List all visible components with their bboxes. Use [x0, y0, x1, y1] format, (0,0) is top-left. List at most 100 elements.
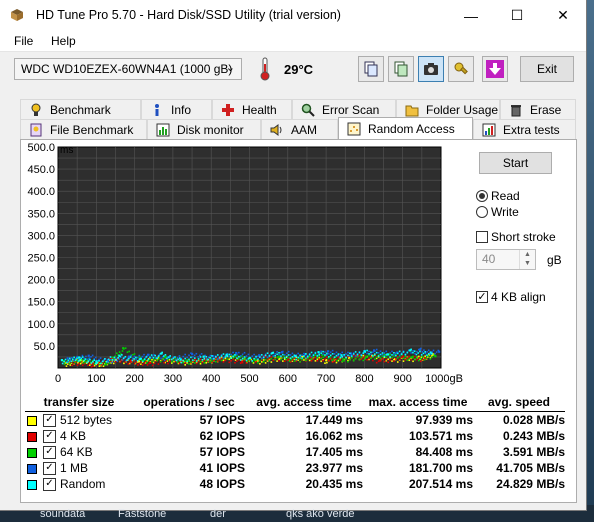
data-point: [232, 357, 234, 359]
data-point: [406, 351, 409, 354]
tab-erase[interactable]: Erase: [500, 99, 576, 119]
data-point: [118, 354, 121, 357]
avg-speed-value: 0.243 MB/s: [502, 429, 565, 443]
data-point: [92, 365, 95, 367]
tab-info[interactable]: Info: [141, 99, 212, 119]
align-label: 4 KB align: [491, 290, 546, 304]
avg-speed-value-cell: 0.243 MB/s: [473, 428, 565, 444]
maximize-button[interactable]: ☐: [494, 0, 540, 31]
data-point: [115, 359, 118, 361]
start-button[interactable]: Start: [479, 152, 552, 174]
data-point: [71, 356, 73, 359]
data-point: [333, 353, 336, 355]
read-radio[interactable]: [476, 190, 488, 202]
tab-aam[interactable]: AAM: [261, 119, 338, 139]
tab-random-access[interactable]: Random Access: [338, 117, 473, 139]
data-point: [342, 358, 345, 361]
copy-text-button[interactable]: [358, 56, 384, 82]
data-point: [138, 354, 141, 357]
data-point: [213, 359, 215, 361]
data-point: [375, 351, 378, 354]
data-point: [245, 355, 248, 357]
data-point: [420, 354, 423, 356]
menu-help[interactable]: Help: [51, 34, 76, 48]
data-point: [228, 355, 231, 358]
data-point: [278, 353, 280, 356]
close-button[interactable]: ✕: [540, 0, 586, 31]
data-point: [151, 364, 154, 367]
data-point: [349, 354, 351, 357]
data-point: [105, 360, 108, 363]
data-point: [278, 359, 280, 362]
data-point: [398, 358, 401, 361]
short-stroke-spinner[interactable]: 40 ▲ ▼: [476, 249, 536, 270]
ops-value: 57 IOPS: [199, 445, 245, 459]
minimize-button[interactable]: —: [448, 0, 494, 31]
data-point: [383, 360, 386, 363]
avg-speed-value: 0.028 MB/s: [502, 413, 565, 427]
data-point: [108, 362, 111, 365]
options-button[interactable]: [448, 56, 474, 82]
data-point: [283, 360, 286, 362]
data-point: [80, 357, 83, 360]
y-tick-label: 50.0: [34, 341, 55, 353]
tab-health[interactable]: Health: [212, 99, 292, 119]
data-point: [222, 361, 225, 363]
tab-error-scan[interactable]: Error Scan: [292, 99, 396, 119]
data-point: [218, 357, 221, 359]
header-ops: operations / sec: [133, 393, 245, 412]
short-stroke-checkbox[interactable]: [476, 231, 488, 243]
series-checkbox[interactable]: ✓: [43, 446, 56, 460]
x-tick-label: 200: [125, 373, 143, 385]
ops-value-cell: 48 IOPS: [133, 476, 245, 492]
data-point: [349, 358, 351, 361]
data-point: [393, 360, 395, 362]
data-point: [391, 360, 393, 362]
data-point: [145, 356, 148, 358]
drive-select[interactable]: WDC WD10EZEX-60WN4A1 (1000 gB) ⌄: [14, 58, 242, 80]
table-row: ✓ 64 KB 57 IOPS 17.405 ms 84.408 ms 3.591 MB/…: [25, 444, 565, 460]
data-point: [414, 352, 416, 355]
data-point: [163, 355, 165, 357]
tab-extra-tests[interactable]: Extra tests: [473, 119, 576, 139]
info-icon: [155, 103, 159, 116]
series-checkbox[interactable]: ✓: [43, 414, 56, 428]
avg-access-value-cell: 17.449 ms: [245, 412, 363, 429]
align-checkbox[interactable]: ✓: [476, 291, 488, 303]
tab-folder-usage[interactable]: Folder Usage: [396, 99, 500, 119]
data-point: [251, 360, 254, 362]
data-point: [271, 351, 274, 355]
data-point: [126, 359, 128, 361]
tab-disk-monitor[interactable]: Disk monitor: [147, 119, 261, 139]
menu-file[interactable]: File: [14, 34, 33, 48]
exit-button[interactable]: Exit: [520, 56, 574, 82]
screenshot-button[interactable]: [418, 56, 444, 82]
write-radio[interactable]: [476, 206, 488, 218]
copy-image-button[interactable]: [388, 56, 414, 82]
data-point: [145, 362, 148, 364]
data-point: [435, 351, 438, 353]
table-row: ✓ 1 MB 41 IOPS 23.977 ms 181.700 ms 41.705 MB…: [25, 460, 565, 476]
data-point: [312, 356, 315, 358]
spinner-arrows-icon[interactable]: ▲ ▼: [519, 250, 535, 269]
title-bar[interactable]: HD Tune Pro 5.70 - Hard Disk/SSD Utility…: [0, 0, 586, 31]
series-checkbox[interactable]: ✓: [43, 478, 56, 492]
data-point: [387, 358, 389, 361]
data-point: [163, 359, 166, 361]
save-button[interactable]: [482, 56, 508, 82]
tab-file-benchmark[interactable]: File Benchmark: [20, 119, 147, 139]
data-point: [414, 358, 416, 361]
data-point: [158, 357, 160, 360]
series-checkbox[interactable]: ✓: [43, 430, 56, 444]
data-point: [151, 358, 153, 361]
tab-benchmark[interactable]: Benchmark: [20, 99, 141, 119]
data-point: [161, 358, 164, 361]
data-point: [320, 350, 322, 353]
data-point: [350, 356, 353, 359]
series-checkbox[interactable]: ✓: [43, 462, 56, 476]
data-point: [98, 365, 101, 368]
data-point: [341, 351, 344, 354]
data-point: [352, 353, 355, 355]
data-point: [83, 357, 85, 360]
data-point: [362, 359, 365, 362]
